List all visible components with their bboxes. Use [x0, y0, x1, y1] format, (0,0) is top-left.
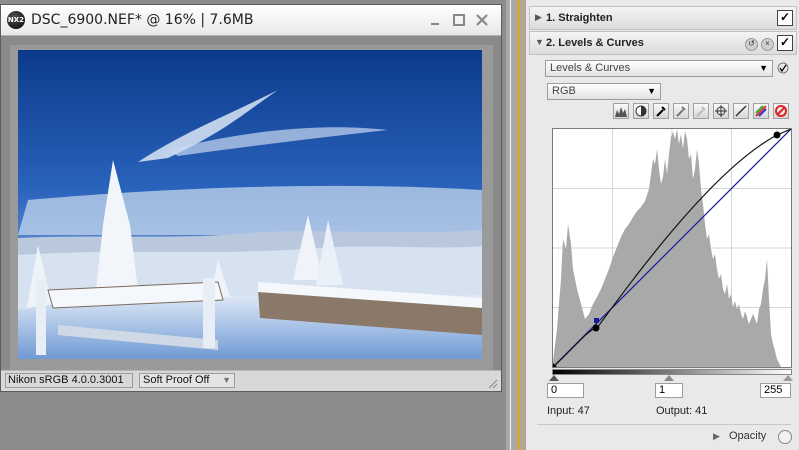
separator — [537, 424, 791, 425]
photo-preview — [18, 50, 482, 359]
divider-accent — [523, 0, 524, 450]
step-levels-curves-label: 2. Levels & Curves — [546, 37, 644, 49]
divider-accent — [517, 0, 520, 450]
mode-indicator-icon[interactable] — [777, 62, 789, 74]
reset-icon[interactable]: ↺ — [745, 38, 758, 51]
image-statusbar: Nikon sRGB 4.0.0.3001 Soft Proof Off ▼ — [1, 370, 501, 391]
midtone-field[interactable]: 1 — [655, 383, 683, 398]
channel-dropdown[interactable]: RGB ▼ — [547, 83, 661, 100]
close-icon[interactable] — [475, 13, 489, 27]
curve-point — [592, 324, 600, 332]
white-point-eyedropper-icon[interactable] — [693, 103, 709, 119]
histogram-icon[interactable] — [613, 103, 629, 119]
anchor-point-icon[interactable] — [713, 103, 729, 119]
adjustment-type-dropdown[interactable]: Levels & Curves ▼ — [545, 60, 773, 77]
color-profile-label: Nikon sRGB 4.0.0.3001 — [5, 373, 133, 388]
maximize-icon[interactable] — [452, 13, 466, 27]
chevron-down-icon: ▼ — [222, 375, 231, 385]
image-window-title: DSC_6900.NEF* @ 16% | 7.6MB — [31, 12, 254, 28]
opacity-dial-icon[interactable] — [778, 430, 792, 444]
step-levels-curves-checkbox[interactable]: ✓ — [777, 35, 793, 51]
expand-arrow-icon[interactable]: ▶ — [535, 12, 542, 23]
collapse-arrow-icon[interactable]: ▼ — [535, 37, 544, 47]
white-level-slider[interactable] — [783, 375, 793, 381]
step-straighten-header[interactable]: ▶ 1. Straighten ✓ — [529, 6, 797, 30]
channel-label: RGB — [552, 85, 576, 97]
reset-curve-icon[interactable] — [773, 103, 789, 119]
divider-line — [510, 0, 511, 450]
curve-point — [773, 131, 781, 139]
app-logo: NX2 — [7, 11, 25, 29]
opacity-label: Opacity — [728, 430, 767, 442]
contrast-icon[interactable] — [633, 103, 649, 119]
linear-curve-icon[interactable] — [733, 103, 749, 119]
black-point-eyedropper-icon[interactable] — [653, 103, 669, 119]
image-window-titlebar[interactable]: NX2 DSC_6900.NEF* @ 16% | 7.6MB — [1, 5, 501, 36]
black-level-slider[interactable] — [549, 375, 559, 381]
output-readout: Output: 41 — [656, 405, 708, 417]
chevron-down-icon: ▼ — [647, 86, 656, 96]
midtone-slider[interactable] — [664, 375, 674, 381]
expand-arrow-icon[interactable]: ▶ — [713, 431, 720, 441]
soft-proof-dropdown[interactable]: Soft Proof Off ▼ — [139, 373, 235, 388]
white-level-field[interactable]: 255 — [760, 383, 791, 398]
delete-icon[interactable]: × — [761, 38, 774, 51]
gray-point-eyedropper-icon[interactable] — [673, 103, 689, 119]
step-straighten-checkbox[interactable]: ✓ — [777, 10, 793, 26]
step-levels-curves-header[interactable]: ▼ 2. Levels & Curves ↺ × ✓ — [529, 31, 797, 55]
black-level-field[interactable]: 0 — [547, 383, 584, 398]
auto-contrast-icon[interactable] — [753, 103, 769, 119]
image-window: NX2 DSC_6900.NEF* @ 16% | 7.6MB Nikon sR… — [0, 4, 502, 392]
minimize-icon[interactable] — [428, 13, 442, 27]
curves-graph[interactable] — [552, 128, 792, 368]
resize-grip-icon[interactable] — [486, 377, 498, 389]
curve-point-active — [594, 318, 599, 323]
chevron-down-icon: ▼ — [759, 63, 768, 73]
opacity-section[interactable]: ▶ Opacity — [713, 430, 766, 442]
panel-divider[interactable] — [506, 0, 526, 450]
adjustment-type-label: Levels & Curves — [550, 62, 631, 74]
soft-proof-label: Soft Proof Off — [143, 374, 210, 386]
histogram-and-curve — [552, 128, 792, 368]
input-readout: Input: 47 — [547, 405, 590, 417]
image-canvas[interactable] — [10, 45, 493, 370]
step-straighten-label: 1. Straighten — [546, 12, 613, 24]
